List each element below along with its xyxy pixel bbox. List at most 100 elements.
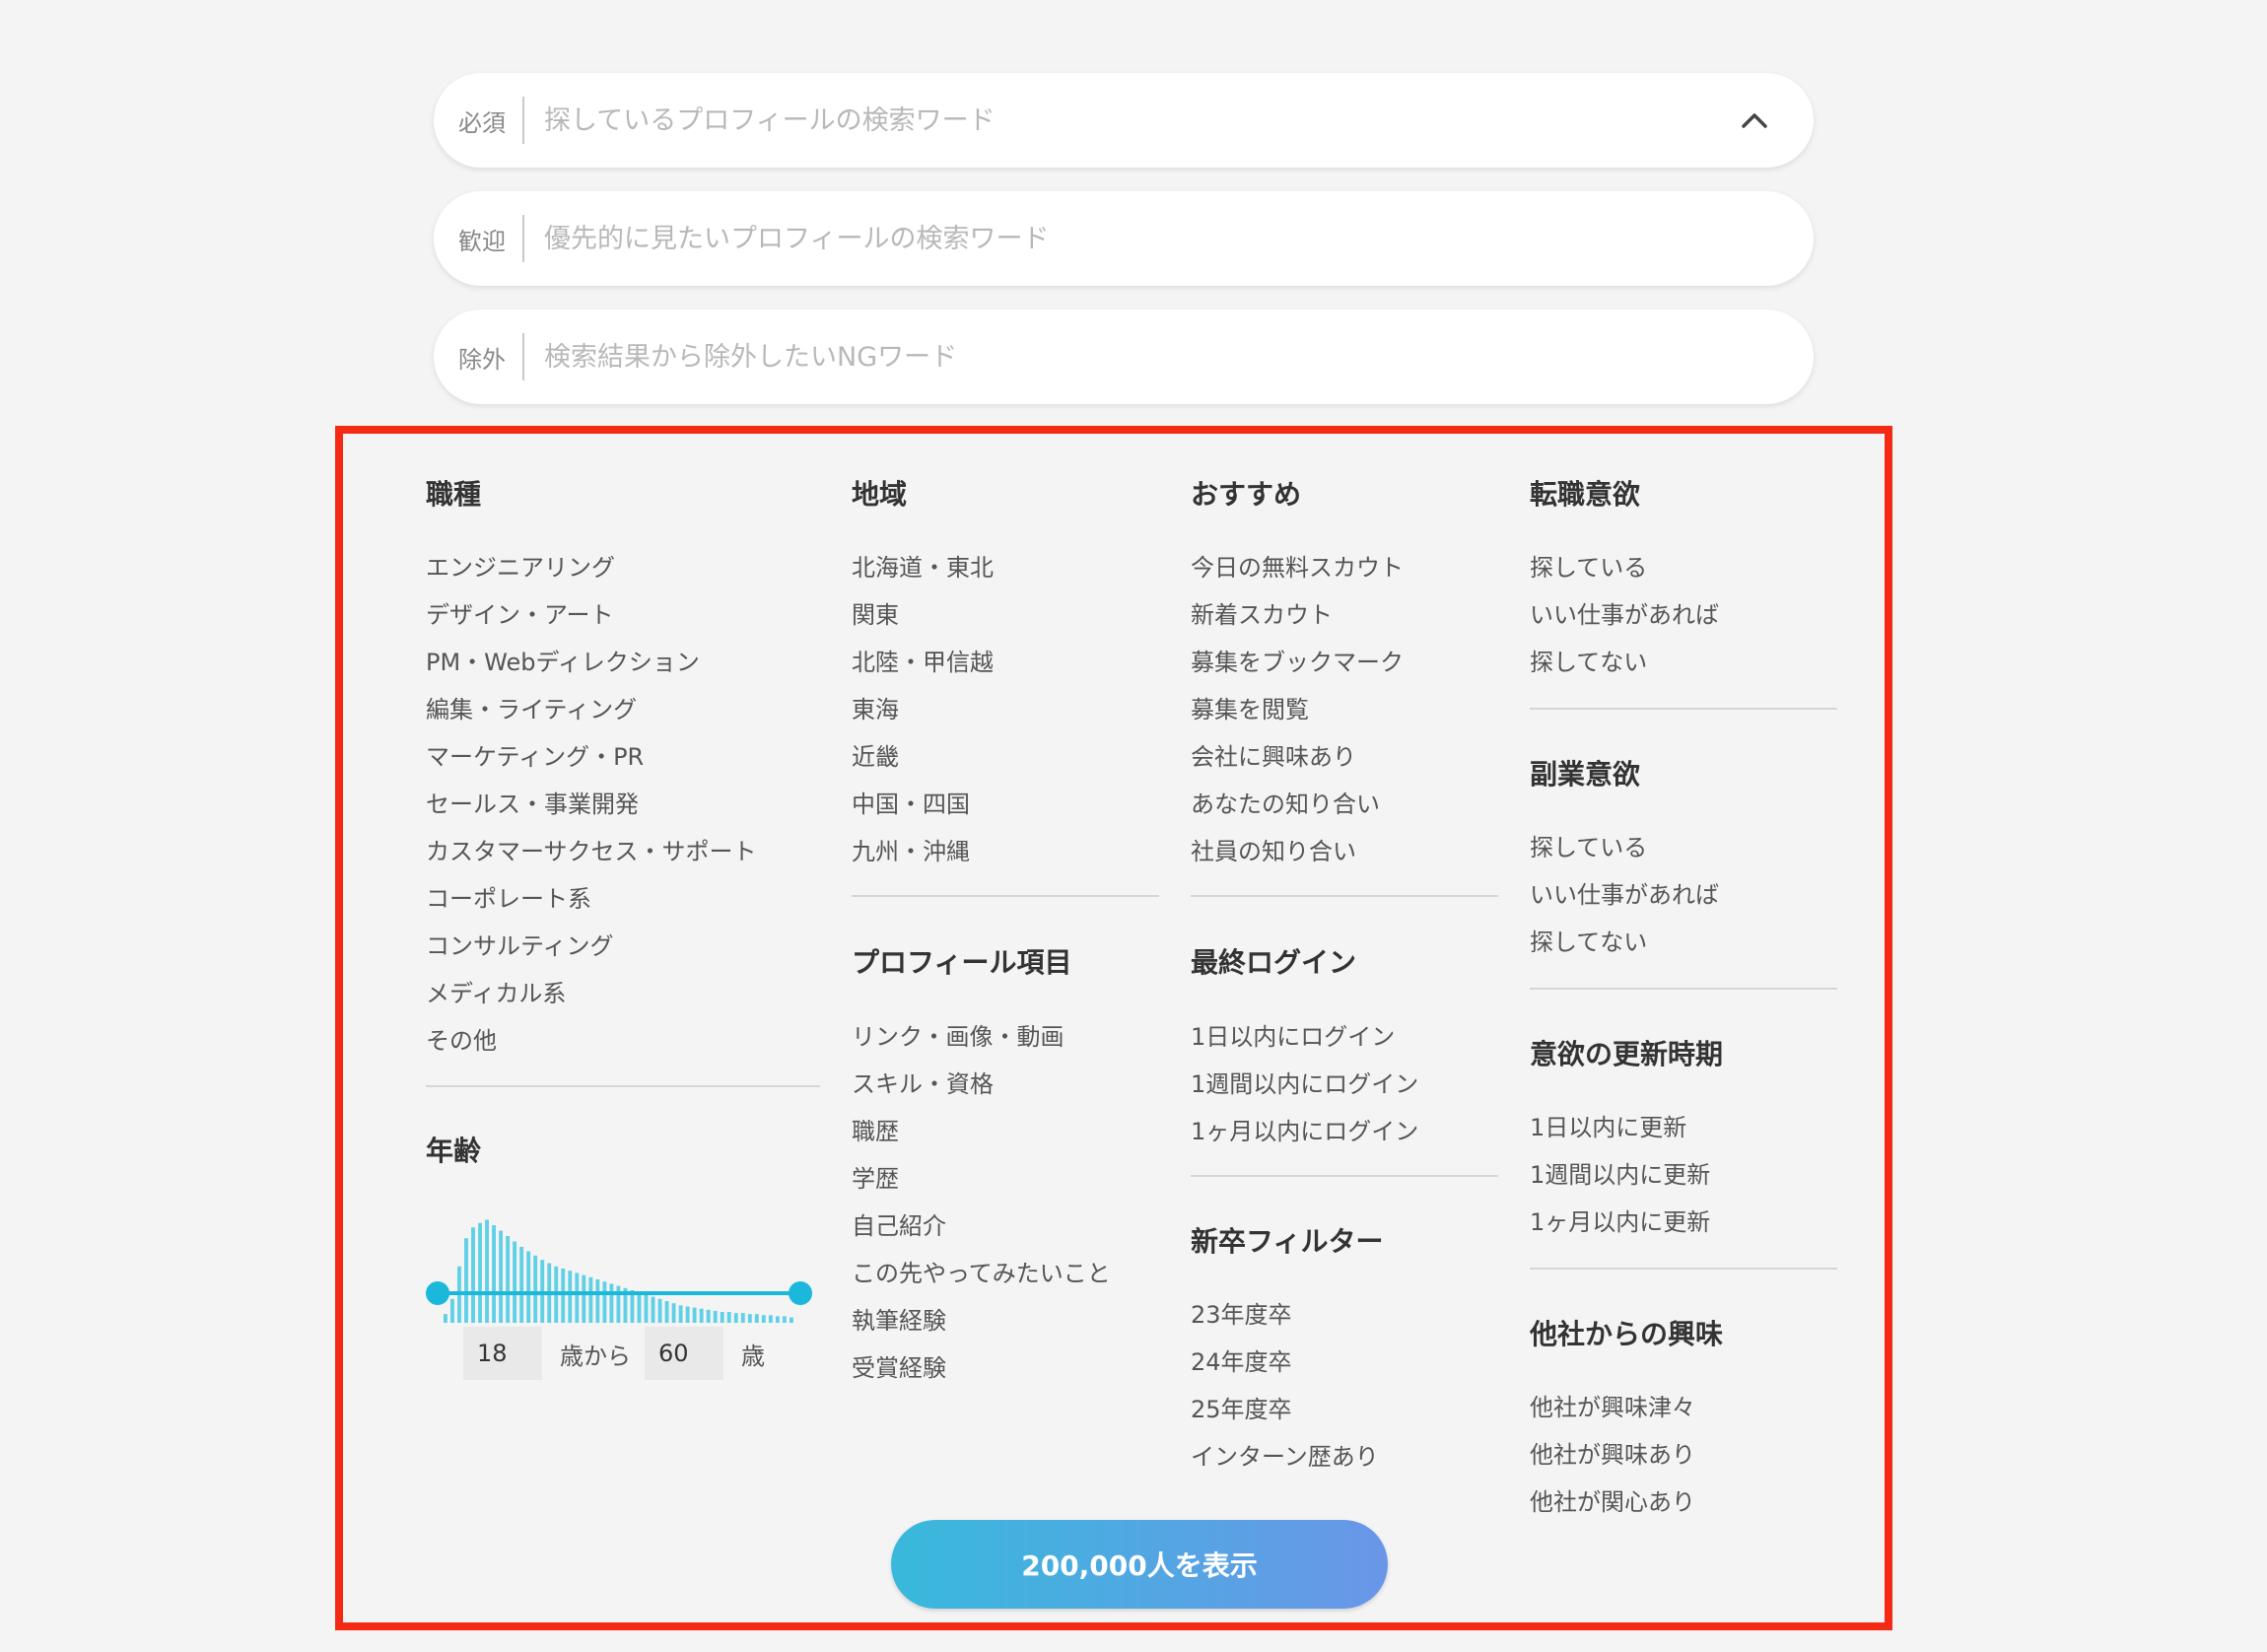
profile-items-title: プロフィール項目 bbox=[852, 946, 1072, 979]
age-histogram-bar bbox=[789, 1317, 793, 1323]
required-search-input[interactable] bbox=[542, 90, 1735, 151]
profile-item-option[interactable]: 職歴 bbox=[852, 1112, 899, 1146]
divider bbox=[426, 1085, 820, 1087]
region-option[interactable]: 東海 bbox=[852, 690, 899, 724]
tag-separator bbox=[522, 215, 524, 262]
slider-handle-min[interactable] bbox=[426, 1281, 449, 1305]
region-option[interactable]: 関東 bbox=[852, 595, 899, 630]
age-histogram-bar bbox=[775, 1316, 780, 1323]
new-grad-option[interactable]: インターン歴あり bbox=[1191, 1437, 1379, 1472]
job-type-option[interactable]: コンサルティング bbox=[426, 927, 614, 961]
job-type-title: 職種 bbox=[426, 478, 482, 511]
region-option[interactable]: 北海道・東北 bbox=[852, 548, 994, 583]
job-type-option[interactable]: コーポレート系 bbox=[426, 879, 591, 914]
job-type-option[interactable]: PM・Webディレクション bbox=[426, 643, 700, 677]
profile-item-option[interactable]: 執筆経験 bbox=[852, 1301, 946, 1336]
age-histogram-bar bbox=[768, 1315, 773, 1323]
divider bbox=[1191, 895, 1498, 897]
profile-item-option[interactable]: 受賞経験 bbox=[852, 1348, 946, 1383]
slider-handle-max[interactable] bbox=[789, 1281, 812, 1305]
recommended-option[interactable]: 新着スカウト bbox=[1191, 595, 1333, 630]
recommended-option[interactable]: 会社に興味あり bbox=[1191, 737, 1356, 772]
filter-panel: 職種 年齢 18 歳から 60 歳 地域 プロフィール項目 おすすめ 最終ログイ… bbox=[335, 426, 1892, 1630]
job-change-option[interactable]: 探している bbox=[1530, 548, 1647, 583]
age-histogram-bar bbox=[747, 1314, 752, 1323]
job-type-option[interactable]: デザイン・アート bbox=[426, 595, 614, 630]
age-histogram-bar bbox=[733, 1313, 738, 1323]
job-type-option[interactable]: マーケティング・PR bbox=[426, 737, 644, 772]
exclude-search-input[interactable] bbox=[542, 326, 1814, 387]
region-option[interactable]: 北陸・甲信越 bbox=[852, 643, 994, 677]
region-title: 地域 bbox=[852, 478, 908, 511]
exclude-search-bar[interactable]: 除外 bbox=[434, 310, 1814, 404]
welcome-search-input[interactable] bbox=[542, 208, 1814, 269]
last-login-title: 最終ログイン bbox=[1191, 946, 1357, 979]
show-results-button[interactable]: 200,000人を表示 bbox=[891, 1520, 1388, 1609]
required-tag: 必須 bbox=[458, 108, 506, 137]
job-change-option[interactable]: 探してない bbox=[1530, 643, 1647, 677]
age-histogram-bar bbox=[761, 1315, 766, 1323]
new-grad-option[interactable]: 23年度卒 bbox=[1191, 1295, 1292, 1330]
exclude-tag: 除外 bbox=[458, 345, 506, 374]
age-histogram-bar bbox=[726, 1312, 731, 1323]
recommended-option[interactable]: あなたの知り合い bbox=[1191, 785, 1380, 819]
other-interest-title: 他社からの興味 bbox=[1530, 1318, 1724, 1350]
job-type-option[interactable]: エンジニアリング bbox=[426, 548, 615, 583]
welcome-search-bar[interactable]: 歓迎 bbox=[434, 191, 1814, 286]
motivation-update-option[interactable]: 1週間以内に更新 bbox=[1530, 1155, 1710, 1190]
welcome-tag: 歓迎 bbox=[458, 227, 506, 255]
profile-item-option[interactable]: リンク・画像・動画 bbox=[852, 1017, 1065, 1052]
job-type-option[interactable]: 編集・ライティング bbox=[426, 690, 637, 724]
motivation-update-title: 意欲の更新時期 bbox=[1530, 1038, 1724, 1070]
new-grad-option[interactable]: 24年度卒 bbox=[1191, 1342, 1292, 1377]
age-from-label: 歳から bbox=[560, 1342, 631, 1370]
side-job-option[interactable]: 探している bbox=[1530, 828, 1647, 862]
job-change-option[interactable]: いい仕事があれば bbox=[1530, 595, 1719, 630]
recommended-option[interactable]: 今日の無料スカウト bbox=[1191, 548, 1404, 583]
tag-separator bbox=[522, 333, 524, 380]
recommended-option[interactable]: 社員の知り合い bbox=[1191, 832, 1356, 866]
age-to-label: 歳 bbox=[741, 1342, 765, 1370]
last-login-option[interactable]: 1週間以内にログイン bbox=[1191, 1065, 1418, 1099]
profile-item-option[interactable]: この先やってみたいこと bbox=[852, 1254, 1111, 1288]
motivation-update-option[interactable]: 1ヶ月以内に更新 bbox=[1530, 1203, 1710, 1237]
divider bbox=[1530, 1268, 1837, 1270]
job-type-option[interactable]: メディカル系 bbox=[426, 974, 566, 1008]
job-change-title: 転職意欲 bbox=[1530, 478, 1641, 511]
job-type-option[interactable]: セールス・事業開発 bbox=[426, 785, 639, 819]
tag-separator bbox=[522, 97, 524, 144]
profile-item-option[interactable]: 自己紹介 bbox=[852, 1206, 946, 1241]
region-option[interactable]: 近畿 bbox=[852, 737, 899, 772]
age-max-input[interactable]: 60 bbox=[645, 1327, 723, 1380]
motivation-update-option[interactable]: 1日以内に更新 bbox=[1530, 1108, 1686, 1142]
new-grad-option[interactable]: 25年度卒 bbox=[1191, 1390, 1292, 1424]
recommended-title: おすすめ bbox=[1191, 478, 1302, 511]
age-histogram-bar bbox=[754, 1314, 759, 1323]
required-search-bar[interactable]: 必須 bbox=[434, 73, 1814, 168]
divider bbox=[1530, 708, 1837, 710]
side-job-option[interactable]: いい仕事があれば bbox=[1530, 875, 1719, 910]
region-option[interactable]: 九州・沖縄 bbox=[852, 832, 970, 866]
divider bbox=[1191, 1175, 1498, 1177]
age-title: 年齢 bbox=[426, 1135, 482, 1167]
other-interest-option[interactable]: 他社が興味あり bbox=[1530, 1435, 1695, 1470]
divider bbox=[1530, 988, 1837, 990]
other-interest-option[interactable]: 他社が関心あり bbox=[1530, 1482, 1695, 1517]
job-type-option[interactable]: その他 bbox=[426, 1021, 497, 1056]
profile-item-option[interactable]: 学歴 bbox=[852, 1159, 899, 1194]
side-job-option[interactable]: 探してない bbox=[1530, 923, 1647, 957]
recommended-option[interactable]: 募集をブックマーク bbox=[1191, 643, 1404, 677]
profile-item-option[interactable]: スキル・資格 bbox=[852, 1065, 994, 1099]
region-option[interactable]: 中国・四国 bbox=[852, 785, 970, 819]
age-histogram-bar bbox=[782, 1316, 787, 1323]
job-type-option[interactable]: カスタマーサクセス・サポート bbox=[426, 832, 757, 866]
chevron-up-icon[interactable] bbox=[1735, 101, 1774, 140]
age-histogram-bar bbox=[444, 1314, 447, 1323]
recommended-option[interactable]: 募集を閲覧 bbox=[1191, 690, 1309, 724]
age-min-input[interactable]: 18 bbox=[463, 1327, 542, 1380]
last-login-option[interactable]: 1ヶ月以内にログイン bbox=[1191, 1112, 1418, 1146]
age-range-slider[interactable] bbox=[426, 1273, 820, 1313]
age-histogram-bar bbox=[740, 1313, 745, 1323]
other-interest-option[interactable]: 他社が興味津々 bbox=[1530, 1388, 1695, 1422]
last-login-option[interactable]: 1日以内にログイン bbox=[1191, 1017, 1395, 1052]
